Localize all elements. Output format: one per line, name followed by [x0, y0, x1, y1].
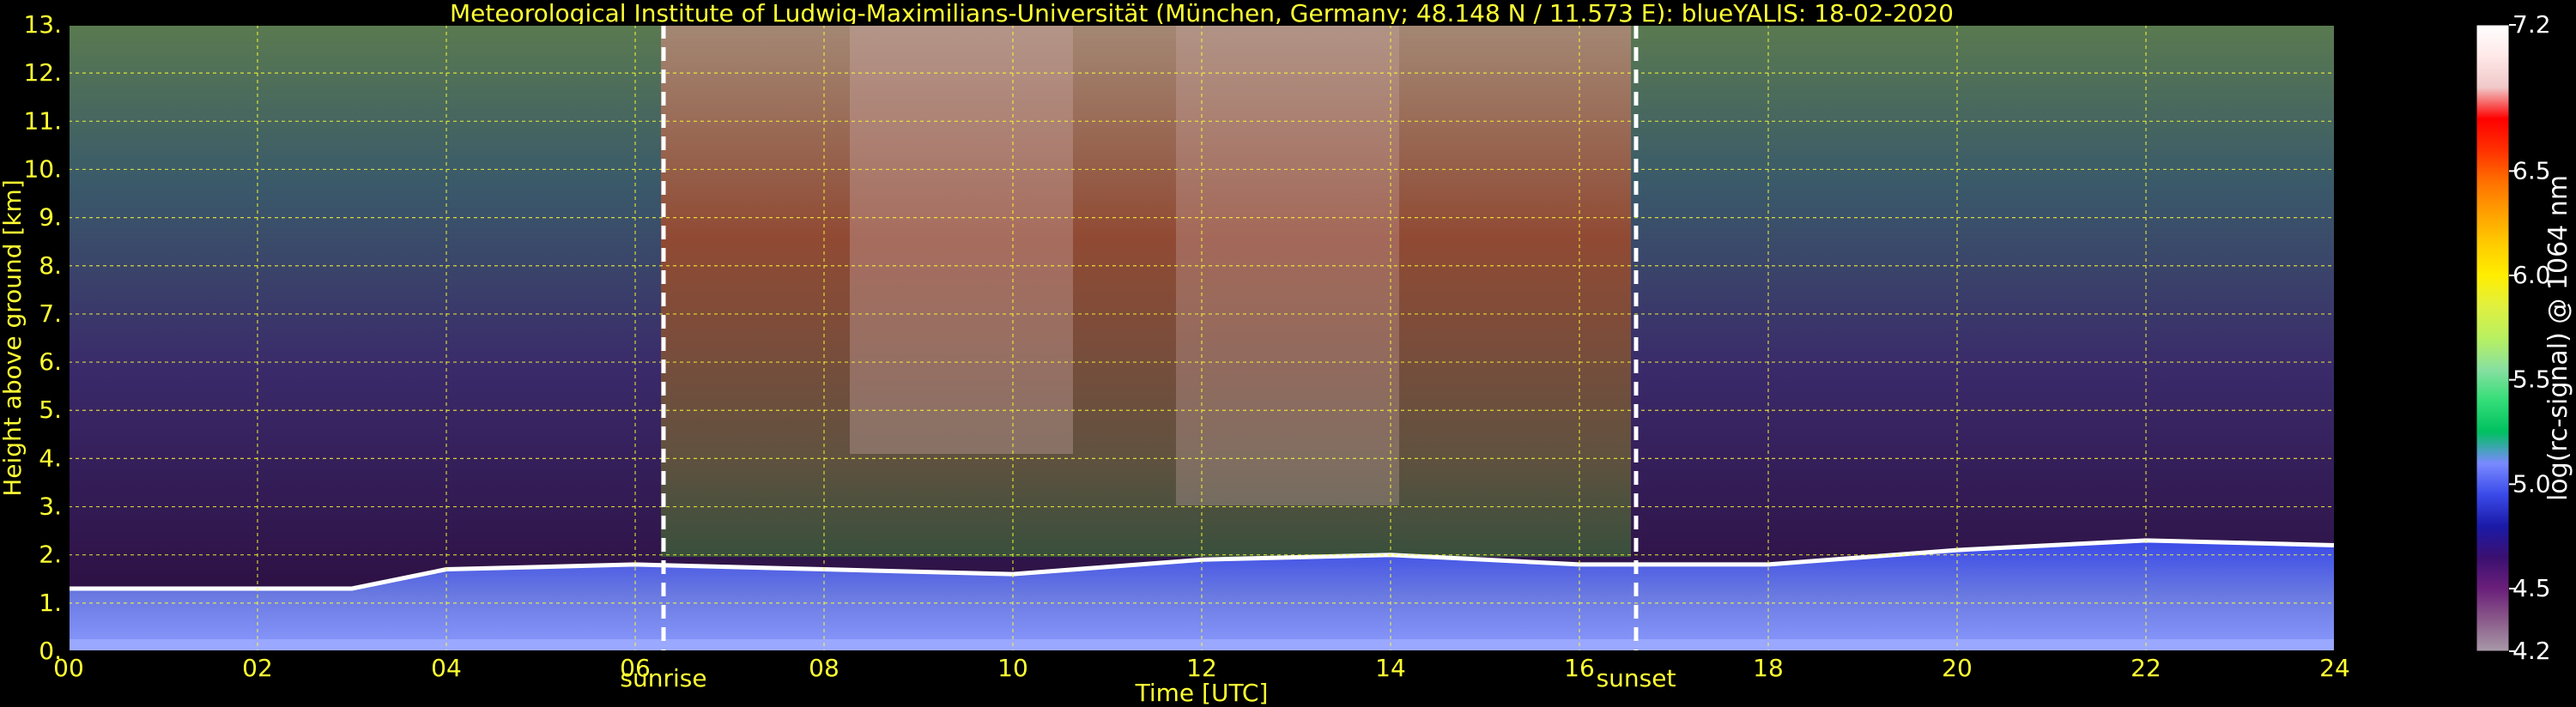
y-axis-ticks: 0.1.2.3.4.5.6.7.8.9.10.11.12.13.: [23, 10, 62, 665]
x-tick-label: 00: [53, 654, 84, 682]
y-tick-label: 8.: [39, 251, 62, 280]
daytime-bright-band-2: [1176, 25, 1399, 505]
x-tick-label: 24: [2319, 654, 2350, 682]
colorbar-tick-label: 7.2: [2512, 10, 2551, 39]
x-tick-label: 18: [1753, 654, 1784, 682]
y-tick-label: 4.: [39, 444, 62, 472]
y-tick-label: 9.: [39, 203, 62, 232]
y-tick-label: 5.: [39, 396, 62, 424]
y-tick-label: 13.: [23, 10, 62, 39]
y-axis-label: Height above ground [km]: [0, 179, 27, 497]
x-tick-label: 14: [1375, 654, 1406, 682]
y-tick-label: 7.: [39, 299, 62, 328]
x-tick-label: 08: [809, 654, 839, 682]
y-tick-label: 1.: [39, 589, 62, 617]
x-tick-label: 20: [1942, 654, 1973, 682]
x-tick-label: 16: [1564, 654, 1595, 682]
y-tick-label: 3.: [39, 492, 62, 521]
daytime-signal-region: [661, 25, 1631, 557]
sunset-label: sunset: [1597, 664, 1676, 692]
daytime-bright-band: [850, 25, 1073, 454]
y-tick-label: 2.: [39, 541, 62, 569]
x-tick-label: 04: [431, 654, 462, 682]
x-tick-label: 22: [2131, 654, 2161, 682]
y-tick-label: 10.: [23, 154, 62, 183]
y-tick-label: 6.: [39, 347, 62, 376]
x-tick-label: 10: [997, 654, 1028, 682]
x-tick-label: 06: [620, 654, 651, 682]
x-axis-label: Time [UTC]: [1135, 679, 1269, 707]
colorbar-tick-label: 4.5: [2512, 574, 2551, 602]
colorbar-tick-label: 4.2: [2512, 637, 2551, 665]
chart-title: Meteorological Institute of Ludwig-Maxim…: [450, 0, 1954, 27]
y-tick-label: 12.: [23, 58, 62, 87]
colorbar-label: log(rc-signal) @ 1064 nm: [2543, 175, 2573, 501]
plot-area: [69, 25, 2335, 651]
lidar-figure: Meteorological Institute of Ludwig-Maxim…: [0, 0, 2573, 707]
colorbar: 4.24.55.05.56.06.57.2 log(rc-signal) @ 1…: [2476, 10, 2573, 665]
colorbar-gradient: [2476, 24, 2510, 652]
y-tick-label: 11.: [23, 106, 62, 135]
x-tick-label: 02: [242, 654, 273, 682]
